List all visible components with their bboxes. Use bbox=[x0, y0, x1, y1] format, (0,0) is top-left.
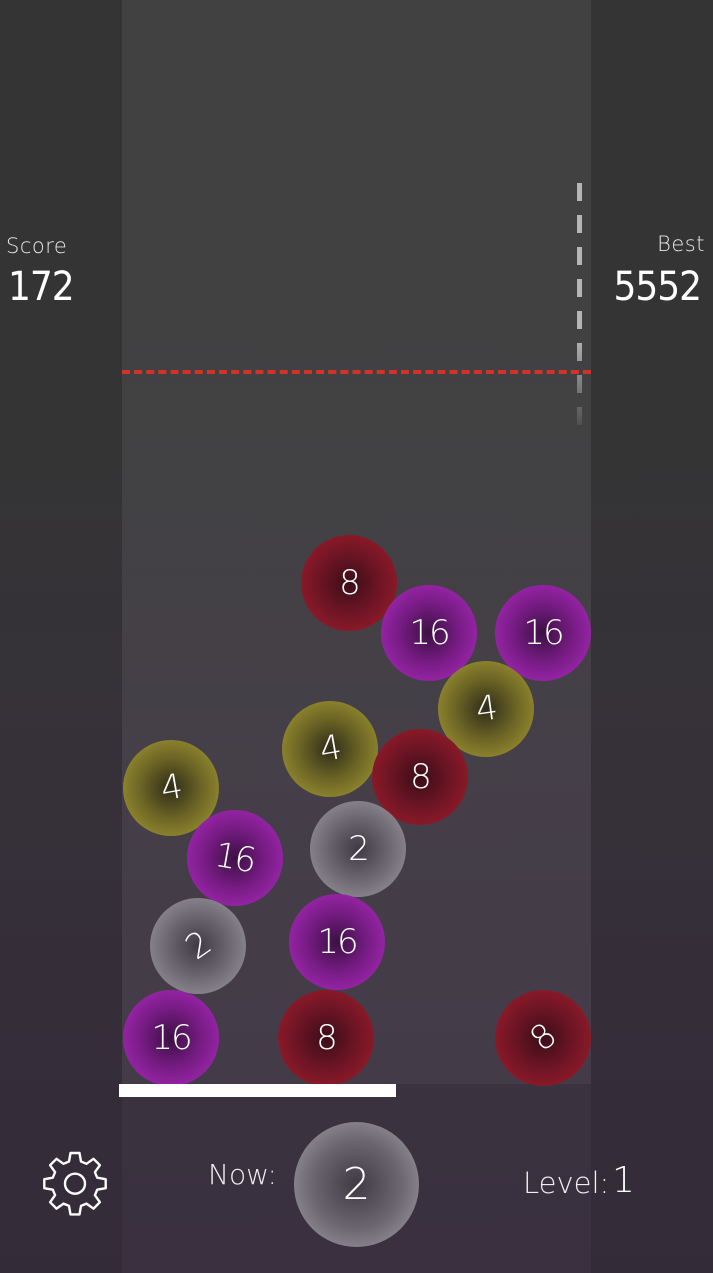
next-ball: 2 bbox=[294, 1122, 419, 1247]
ball-number: 16 bbox=[151, 1018, 192, 1058]
ball-number: 16 bbox=[523, 613, 564, 653]
ball-number: 4 bbox=[473, 687, 499, 731]
ball-number: 4 bbox=[157, 766, 185, 810]
ball-number: 16 bbox=[409, 613, 450, 653]
best-label: Best bbox=[657, 232, 705, 256]
number-ball: 8 bbox=[278, 990, 374, 1086]
number-ball: 4 bbox=[282, 701, 378, 797]
number-ball: 8 bbox=[495, 990, 591, 1086]
number-ball: 16 bbox=[187, 810, 283, 906]
settings-button[interactable] bbox=[38, 1148, 112, 1222]
ball-number: 2 bbox=[348, 829, 370, 869]
ball-number: 16 bbox=[212, 834, 258, 882]
ball-number: 16 bbox=[317, 922, 358, 962]
game-screen: Score 172 Best 5552 8 16 16 4 4 8 4 2 16… bbox=[0, 0, 713, 1273]
level-value: 1 bbox=[612, 1160, 635, 1201]
best-value: 5552 bbox=[613, 264, 702, 310]
ball-number: 8 bbox=[410, 757, 432, 797]
score-label: Score bbox=[6, 234, 68, 258]
ball-number: 4 bbox=[316, 727, 344, 771]
number-ball: 16 bbox=[123, 990, 219, 1086]
now-label: Now: bbox=[208, 1158, 277, 1191]
gear-icon bbox=[43, 1151, 107, 1216]
ball-number: 8 bbox=[522, 1016, 564, 1060]
score-value: 172 bbox=[8, 264, 75, 310]
number-ball: 2 bbox=[150, 898, 246, 994]
danger-line bbox=[122, 370, 591, 374]
ball-number: 8 bbox=[339, 563, 361, 603]
right-side-panel bbox=[591, 0, 713, 1273]
ball-number: 8 bbox=[316, 1018, 338, 1058]
number-ball: 2 bbox=[310, 801, 406, 897]
height-gauge bbox=[577, 183, 582, 438]
ball-number: 2 bbox=[178, 923, 218, 969]
next-ball-number: 2 bbox=[342, 1159, 371, 1210]
level-label: Level: bbox=[523, 1166, 610, 1200]
launch-bar[interactable] bbox=[119, 1084, 396, 1097]
number-ball: 16 bbox=[289, 894, 385, 990]
left-side-panel bbox=[0, 0, 122, 1273]
